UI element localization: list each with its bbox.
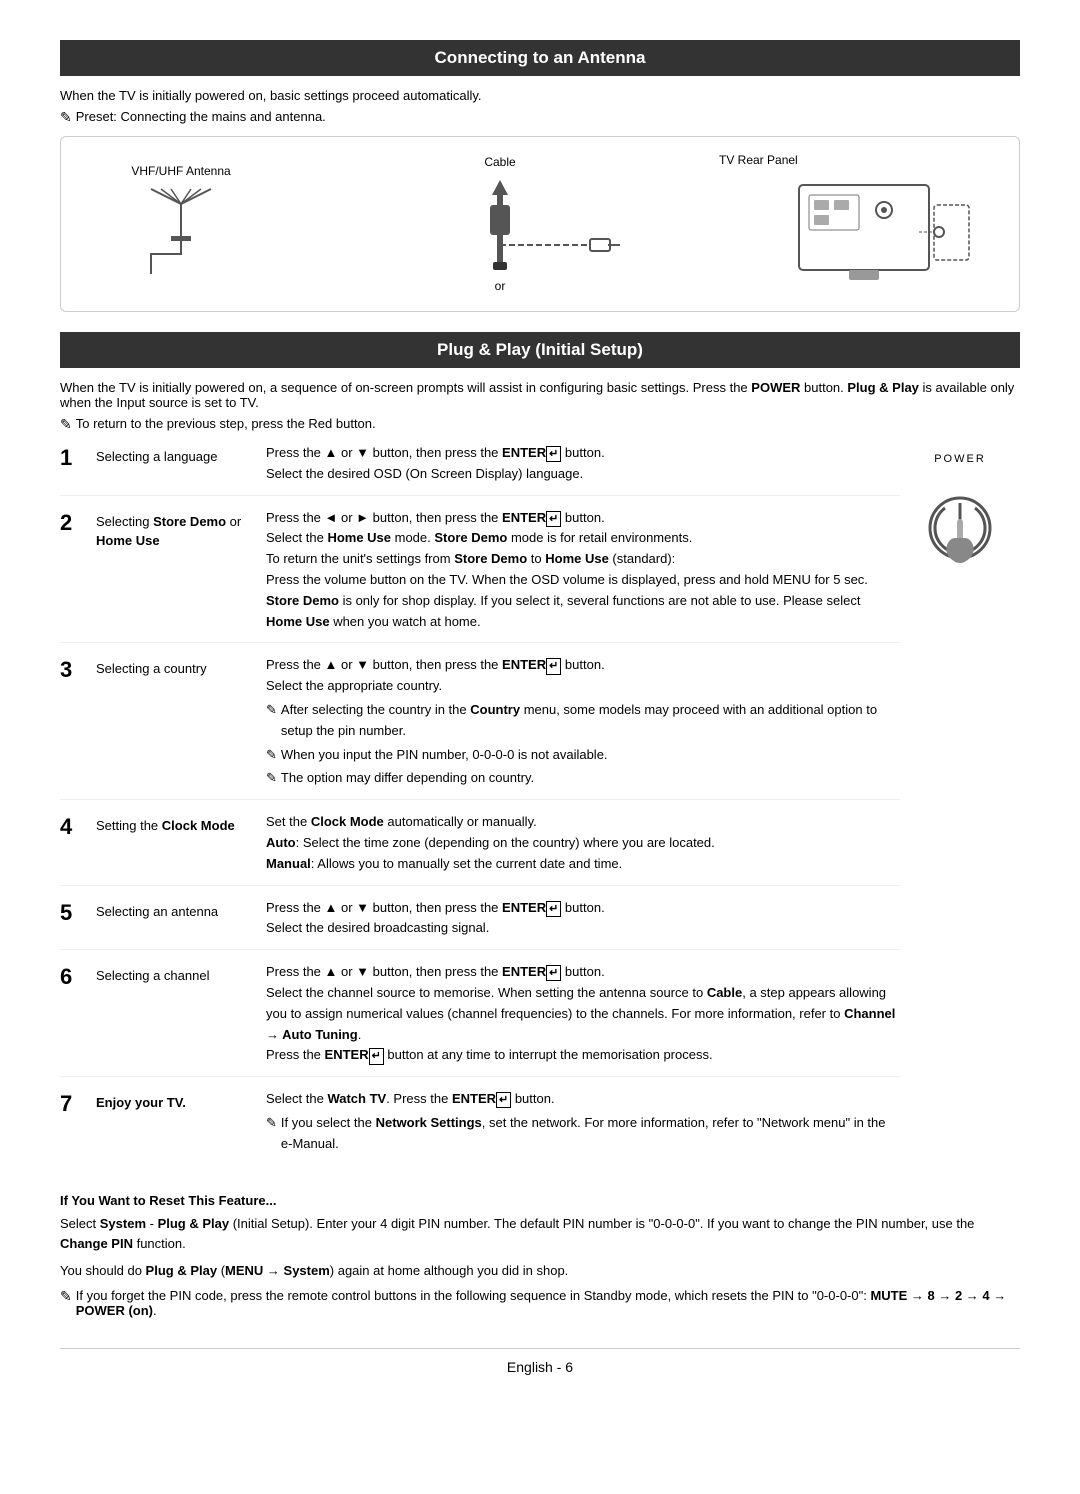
footer-text: English - 6 — [507, 1359, 573, 1375]
note-icon: ✎ — [60, 109, 72, 126]
antenna-header: Connecting to an Antenna — [60, 40, 1020, 76]
step-1-number: 1 — [60, 443, 96, 471]
step-4-number: 4 — [60, 812, 96, 840]
reset-title: If You Want to Reset This Feature... — [60, 1193, 1020, 1208]
plug-play-header: Plug & Play (Initial Setup) — [60, 332, 1020, 368]
plug-play-intro: When the TV is initially powered on, a s… — [60, 380, 1020, 410]
plug-play-section: Plug & Play (Initial Setup) When the TV … — [60, 332, 1020, 1318]
antenna-note-text: Preset: Connecting the mains and antenna… — [76, 109, 326, 124]
cable-section: Cable or — [440, 155, 560, 293]
or-label: or — [495, 279, 506, 293]
step-2-content: Press the ◄ or ► button, then press the … — [266, 508, 900, 633]
reset-section: If You Want to Reset This Feature... Sel… — [60, 1193, 1020, 1318]
step-7: 7 Enjoy your TV. Select the Watch TV. Pr… — [60, 1089, 900, 1164]
antenna-left-label: VHF/UHF Antenna — [131, 164, 230, 178]
power-icon-area: POWER — [900, 443, 1020, 1177]
power-button-icon — [915, 473, 1005, 583]
tv-rear-panel: TV Rear Panel — [719, 153, 999, 295]
antenna-note: ✎ Preset: Connecting the mains and anten… — [60, 109, 1020, 126]
step-6-number: 6 — [60, 962, 96, 990]
step-4: 4 Setting the Clock Mode Set the Clock M… — [60, 812, 900, 885]
step-3-content: Press the ▲ or ▼ button, then press the … — [266, 655, 900, 789]
step-6-title: Selecting a channel — [96, 962, 266, 986]
cable-label: Cable — [484, 155, 515, 169]
step-1: 1 Selecting a language Press the ▲ or ▼ … — [60, 443, 900, 496]
reset-text-1: Select System - Plug & Play (Initial Set… — [60, 1214, 1020, 1256]
step-3-title: Selecting a country — [96, 655, 266, 679]
step-4-title: Setting the Clock Mode — [96, 812, 266, 836]
step-6-content: Press the ▲ or ▼ button, then press the … — [266, 962, 900, 1066]
reset-text-2: You should do Plug & Play (MENU → System… — [60, 1261, 1020, 1282]
step-3: 3 Selecting a country Press the ▲ or ▼ b… — [60, 655, 900, 800]
step-7-content: Select the Watch TV. Press the ENTER↵ bu… — [266, 1089, 900, 1154]
reset-note-icon: ✎ — [60, 1288, 72, 1305]
step-5: 5 Selecting an antenna Press the ▲ or ▼ … — [60, 898, 900, 951]
step-5-number: 5 — [60, 898, 96, 926]
tv-rear-label: TV Rear Panel — [719, 153, 798, 167]
reset-note: ✎ If you forget the PIN code, press the … — [60, 1288, 1020, 1318]
antenna-left: VHF/UHF Antenna — [81, 164, 281, 284]
step-7-number: 7 — [60, 1089, 96, 1117]
step-5-title: Selecting an antenna — [96, 898, 266, 922]
step-2-number: 2 — [60, 508, 96, 536]
power-label: POWER — [934, 453, 986, 465]
step-6: 6 Selecting a channel Press the ▲ or ▼ b… — [60, 962, 900, 1077]
footer: English - 6 — [60, 1348, 1020, 1375]
antenna-intro: When the TV is initially powered on, bas… — [60, 88, 1020, 103]
step-3-number: 3 — [60, 655, 96, 683]
reset-note-text: If you forget the PIN code, press the re… — [76, 1288, 1020, 1318]
step-5-content: Press the ▲ or ▼ button, then press the … — [266, 898, 900, 940]
step-4-content: Set the Clock Mode automatically or manu… — [266, 812, 900, 874]
steps-list: 1 Selecting a language Press the ▲ or ▼ … — [60, 443, 900, 1177]
note-pen-icon: ✎ — [60, 416, 72, 433]
tv-rear-svg — [739, 175, 979, 295]
step-2: 2 Selecting Store Demo orHome Use Press … — [60, 508, 900, 644]
cable-connector-icon — [470, 175, 530, 275]
step-1-content: Press the ▲ or ▼ button, then press the … — [266, 443, 900, 485]
antenna-diagram: VHF/UHF Antenna — [60, 136, 1020, 312]
antenna-section: Connecting to an Antenna When the TV is … — [60, 40, 1020, 312]
plug-play-note-text: To return to the previous step, press th… — [76, 416, 376, 431]
steps-area: 1 Selecting a language Press the ▲ or ▼ … — [60, 443, 1020, 1177]
plug-play-note: ✎ To return to the previous step, press … — [60, 416, 1020, 433]
step-2-title: Selecting Store Demo orHome Use — [96, 508, 266, 551]
step-1-title: Selecting a language — [96, 443, 266, 467]
cable-wire-left — [131, 234, 231, 284]
step-7-title: Enjoy your TV. — [96, 1089, 266, 1113]
horizontal-cable — [500, 235, 620, 255]
